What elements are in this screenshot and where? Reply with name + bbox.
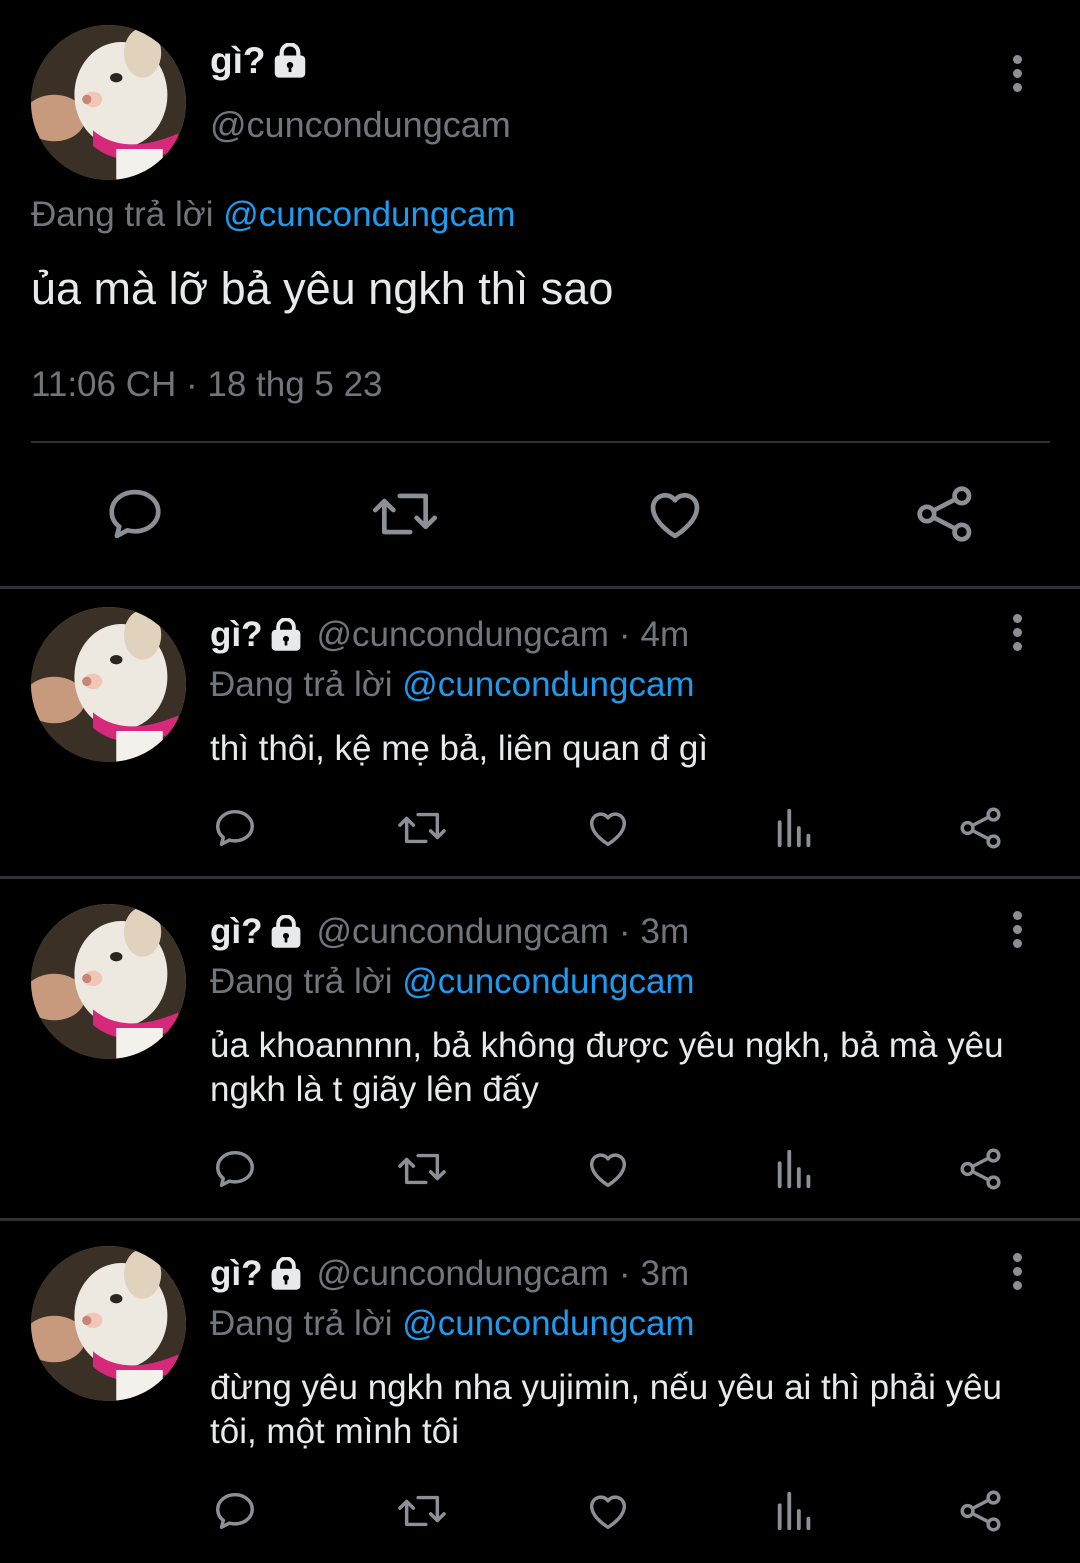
- replying-to: Đang trả lời @cuncondungcam: [31, 195, 516, 235]
- share-icon[interactable]: [914, 483, 976, 545]
- divider: [31, 441, 1050, 443]
- action-bar: [0, 1488, 1080, 1538]
- separator: ·: [618, 615, 631, 654]
- mention-link[interactable]: @cuncondungcam: [402, 1304, 694, 1343]
- user-handle[interactable]: @cuncondungcam: [210, 104, 511, 146]
- avatar[interactable]: [31, 1246, 186, 1401]
- mention-link[interactable]: @cuncondungcam: [402, 665, 694, 704]
- share-icon[interactable]: [958, 805, 1004, 851]
- reply-prefix: Đang trả lời: [31, 195, 214, 234]
- like-icon[interactable]: [585, 805, 631, 851]
- share-icon[interactable]: [958, 1146, 1004, 1192]
- analytics-icon[interactable]: [772, 1146, 818, 1192]
- lock-icon: [270, 1256, 302, 1291]
- avatar-dog-image: [31, 904, 186, 1059]
- display-name[interactable]: gì?: [210, 40, 265, 82]
- section-divider: [0, 876, 1080, 879]
- like-icon[interactable]: [644, 483, 706, 545]
- avatar[interactable]: [31, 904, 186, 1059]
- reply-tweet[interactable]: gì? @cuncondungcam · 4m Đang trả lời @cu…: [0, 589, 1080, 875]
- more-vert-icon[interactable]: [1010, 911, 1024, 951]
- section-divider: [0, 1218, 1080, 1221]
- reply-tweet[interactable]: gì? @cuncondungcam · 3m Đang trả lời @cu…: [0, 886, 1080, 1216]
- avatar-dog-image: [31, 607, 186, 762]
- retweet-icon[interactable]: [396, 805, 448, 851]
- display-name[interactable]: gì?: [210, 615, 262, 655]
- user-handle[interactable]: @cuncondungcam: [316, 615, 608, 655]
- reply-icon[interactable]: [212, 1488, 258, 1534]
- reply-header: gì? @cuncondungcam · 3m: [210, 912, 689, 952]
- action-bar: [0, 805, 1080, 855]
- like-icon[interactable]: [585, 1146, 631, 1192]
- analytics-icon[interactable]: [772, 805, 818, 851]
- reply-prefix: Đang trả lời: [210, 962, 393, 1001]
- retweet-icon[interactable]: [396, 1488, 448, 1534]
- avatar[interactable]: [31, 25, 186, 180]
- display-name[interactable]: gì?: [210, 1254, 262, 1294]
- replying-to: Đang trả lời @cuncondungcam: [210, 962, 695, 1002]
- reply-time[interactable]: 3m: [641, 1254, 690, 1294]
- retweet-icon[interactable]: [396, 1146, 448, 1192]
- replying-to: Đang trả lời @cuncondungcam: [210, 665, 695, 705]
- reply-prefix: Đang trả lời: [210, 665, 393, 704]
- reply-text: ủa khoannnn, bả không được yêu ngkh, bả …: [210, 1026, 1004, 1109]
- action-bar: [0, 480, 1080, 550]
- like-icon[interactable]: [585, 1488, 631, 1534]
- share-icon[interactable]: [958, 1488, 1004, 1534]
- display-name[interactable]: gì?: [210, 912, 262, 952]
- reply-text: đừng yêu ngkh nha yujimin, nếu yêu ai th…: [210, 1368, 1003, 1451]
- reply-time[interactable]: 4m: [641, 615, 690, 655]
- more-vert-icon[interactable]: [1010, 614, 1024, 654]
- reply-text: thì thôi, kệ mẹ bả, liên quan đ gì: [210, 729, 709, 768]
- retweet-icon[interactable]: [370, 483, 440, 545]
- tweet-timestamp[interactable]: 11:06 CH · 18 thg 5 23: [31, 365, 383, 405]
- analytics-icon[interactable]: [772, 1488, 818, 1534]
- separator: ·: [618, 912, 631, 951]
- display-name-row[interactable]: gì?: [210, 40, 307, 82]
- user-handle[interactable]: @cuncondungcam: [316, 1254, 608, 1294]
- tweet-thread: gì? @cuncondungcam Đang trả lời @cuncond…: [0, 0, 1080, 1563]
- avatar-dog-image: [31, 25, 186, 180]
- avatar-dog-image: [31, 1246, 186, 1401]
- lock-icon: [273, 42, 307, 79]
- lock-icon: [270, 914, 302, 949]
- main-tweet: gì? @cuncondungcam Đang trả lời @cuncond…: [0, 0, 1080, 586]
- reply-header: gì? @cuncondungcam · 3m: [210, 1254, 689, 1294]
- mention-link[interactable]: @cuncondungcam: [223, 195, 515, 234]
- reply-time[interactable]: 3m: [641, 912, 690, 952]
- mention-link[interactable]: @cuncondungcam: [402, 962, 694, 1001]
- separator: ·: [618, 1254, 631, 1293]
- lock-icon: [270, 617, 302, 652]
- reply-header: gì? @cuncondungcam · 4m: [210, 615, 689, 655]
- reply-icon[interactable]: [104, 483, 166, 545]
- action-bar: [0, 1146, 1080, 1196]
- user-handle[interactable]: @cuncondungcam: [316, 912, 608, 952]
- reply-icon[interactable]: [212, 805, 258, 851]
- reply-tweet[interactable]: gì? @cuncondungcam · 3m Đang trả lời @cu…: [0, 1228, 1080, 1558]
- more-vert-icon[interactable]: [1010, 55, 1024, 95]
- avatar[interactable]: [31, 607, 186, 762]
- replying-to: Đang trả lời @cuncondungcam: [210, 1304, 695, 1344]
- reply-icon[interactable]: [212, 1146, 258, 1192]
- tweet-text: ủa mà lỡ bả yêu ngkh thì sao: [31, 263, 614, 314]
- more-vert-icon[interactable]: [1010, 1253, 1024, 1293]
- reply-prefix: Đang trả lời: [210, 1304, 393, 1343]
